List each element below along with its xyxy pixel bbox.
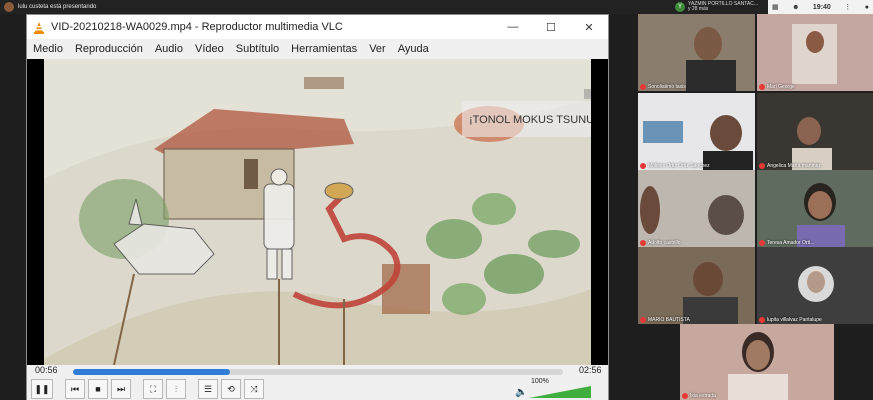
top-controls: ▦ ☻ 19:40 ⋮ ● [768,0,873,14]
clock: 19:40 [812,3,831,11]
menu-bar: Medio Reproducción Audio Vídeo Subtítulo… [27,39,608,59]
maximize-button[interactable]: ☐ [532,15,570,39]
participant-tile[interactable]: Teresa Amador Orti... [757,170,873,247]
minimize-button[interactable]: — [494,15,532,39]
menu-subtitulo[interactable]: Subtítulo [236,43,279,55]
top-bar: lulu custeta está presentando Y YAZMIN P… [0,0,873,14]
time-total: 02:56 [579,365,602,375]
playlist-button[interactable]: ☰ [198,379,218,399]
pause-button[interactable]: ❚❚ [31,379,53,399]
mic-off-icon [640,163,646,169]
mic-off-icon [759,317,765,323]
participant-name: Sonoliatimo taxis [640,84,686,90]
participant-video [757,170,873,247]
menu-medio[interactable]: Medio [33,43,63,55]
grid-icon[interactable]: ▦ [772,3,779,11]
mic-off-icon [640,240,646,246]
menu-ver[interactable]: Ver [369,43,386,55]
shuffle-icon: ⤨ [250,383,258,394]
next-icon: ⏭ [116,383,126,394]
playlist-icon: ☰ [203,383,213,394]
menu-herramientas[interactable]: Herramientas [291,43,357,55]
mic-off-icon [759,84,765,90]
participant-tile[interactable]: MARIO BAUTISTA [638,247,755,324]
participant-video [638,170,755,247]
participant-tile[interactable]: Ixia estrada [680,324,834,400]
participant-name: Angelica María martinez [759,163,821,169]
participant-name: Ixia estrada [682,393,716,399]
participant-name: Adolfo castrillo [640,240,681,246]
close-button[interactable]: ✕ [570,15,608,39]
equalizer-icon: ⫶ [174,383,178,394]
menu-video[interactable]: Vídeo [195,43,224,55]
video-frame: ¡TONOL MOKUS TSUNUL! [44,59,591,365]
time-elapsed: 00:56 [35,365,58,375]
presenter-avatar [4,2,14,12]
speaker-more: y 28 más [688,6,709,12]
participant-name: MARIO BAUTISTA [640,317,690,323]
video-sign-text: ¡TONOL MOKUS TSUNUL! [469,114,591,126]
more-icon[interactable]: ⋮ [844,3,851,11]
drawing-scene: ¡TONOL MOKUS TSUNUL! [44,59,591,365]
previous-icon: ⏮ [70,383,80,394]
next-button[interactable]: ⏭ [111,379,131,399]
volume-control[interactable]: 🔈 100% [515,378,605,399]
title-bar: VID-20210218-WA0029.mp4 - Reproductor mu… [27,15,608,39]
presenter-text: lulu custeta está presentando [18,4,97,10]
meeting-screen: lulu custeta está presentando Y YAZMIN P… [0,0,873,400]
volume-percent: 100% [531,378,549,385]
participant-video [757,247,873,324]
participant-video [638,14,755,91]
fullscreen-icon: ⛶ [149,383,157,394]
stop-button[interactable]: ■ [88,379,108,399]
mic-off-icon [682,393,688,399]
people-icon[interactable]: ☻ [792,4,799,11]
stop-icon: ■ [95,384,101,394]
participant-tile[interactable]: Adolfo castrillo [638,170,755,247]
participant-tile[interactable]: Mari George [757,14,873,91]
loop-button[interactable]: ⟲ [221,379,241,399]
presenter-indicator: lulu custeta está presentando [4,2,96,12]
speaker-icon[interactable]: 🔈 [515,387,527,398]
video-area[interactable]: ¡TONOL MOKUS TSUNUL! [27,59,608,365]
menu-ayuda[interactable]: Ayuda [398,43,429,55]
participant-video [757,14,873,91]
participant-name: Molises Ortiz Ortiz Sanchez [640,163,710,169]
participant-video [638,247,755,324]
participant-tile[interactable]: Molises Ortiz Ortiz Sanchez [638,93,755,170]
participant-video [638,93,755,170]
menu-reproduccion[interactable]: Reproducción [75,43,143,55]
participant-video [757,93,873,170]
mic-off-icon [640,84,646,90]
mic-off-icon [640,317,646,323]
vlc-cone-icon [33,21,45,34]
active-speaker[interactable]: Y YAZMIN PORTILLO SANTAC... y 28 más [675,0,758,14]
vlc-window: VID-20210218-WA0029.mp4 - Reproductor mu… [26,14,609,400]
participant-tile[interactable]: lupita villalvaz Pantalupe [757,247,873,324]
pause-icon: ❚❚ [34,383,50,394]
seek-bar[interactable] [73,369,563,375]
loop-icon: ⟲ [227,383,235,394]
extended-settings-button[interactable]: ⫶ [166,379,186,399]
avatar[interactable]: ● [865,4,869,11]
participant-video [680,324,834,400]
playback-controls: 00:56 02:56 ❚❚ ⏮ ■ ⏭ ⛶ ⫶ ☰ ⟲ ⤨ 🔈 100% [27,365,608,400]
mic-off-icon [759,163,765,169]
participant-name: lupita villalvaz Pantalupe [759,317,822,323]
participant-name: Mari George [759,84,795,90]
participant-name: Teresa Amador Orti... [759,240,814,246]
window-title: VID-20210218-WA0029.mp4 - Reproductor mu… [51,21,343,33]
participant-tile[interactable]: Angelica María martinez [757,93,873,170]
volume-slider[interactable] [529,386,591,398]
previous-button[interactable]: ⏮ [65,379,85,399]
mic-off-icon [759,240,765,246]
menu-audio[interactable]: Audio [155,43,183,55]
control-buttons: ❚❚ ⏮ ■ ⏭ ⛶ ⫶ ☰ ⟲ ⤨ [31,379,264,399]
seek-bar-fill [73,369,230,375]
fullscreen-button[interactable]: ⛶ [143,379,163,399]
participant-tile[interactable]: Sonoliatimo taxis [638,14,755,91]
shuffle-button[interactable]: ⤨ [244,379,264,399]
speaker-avatar: Y [675,2,685,12]
